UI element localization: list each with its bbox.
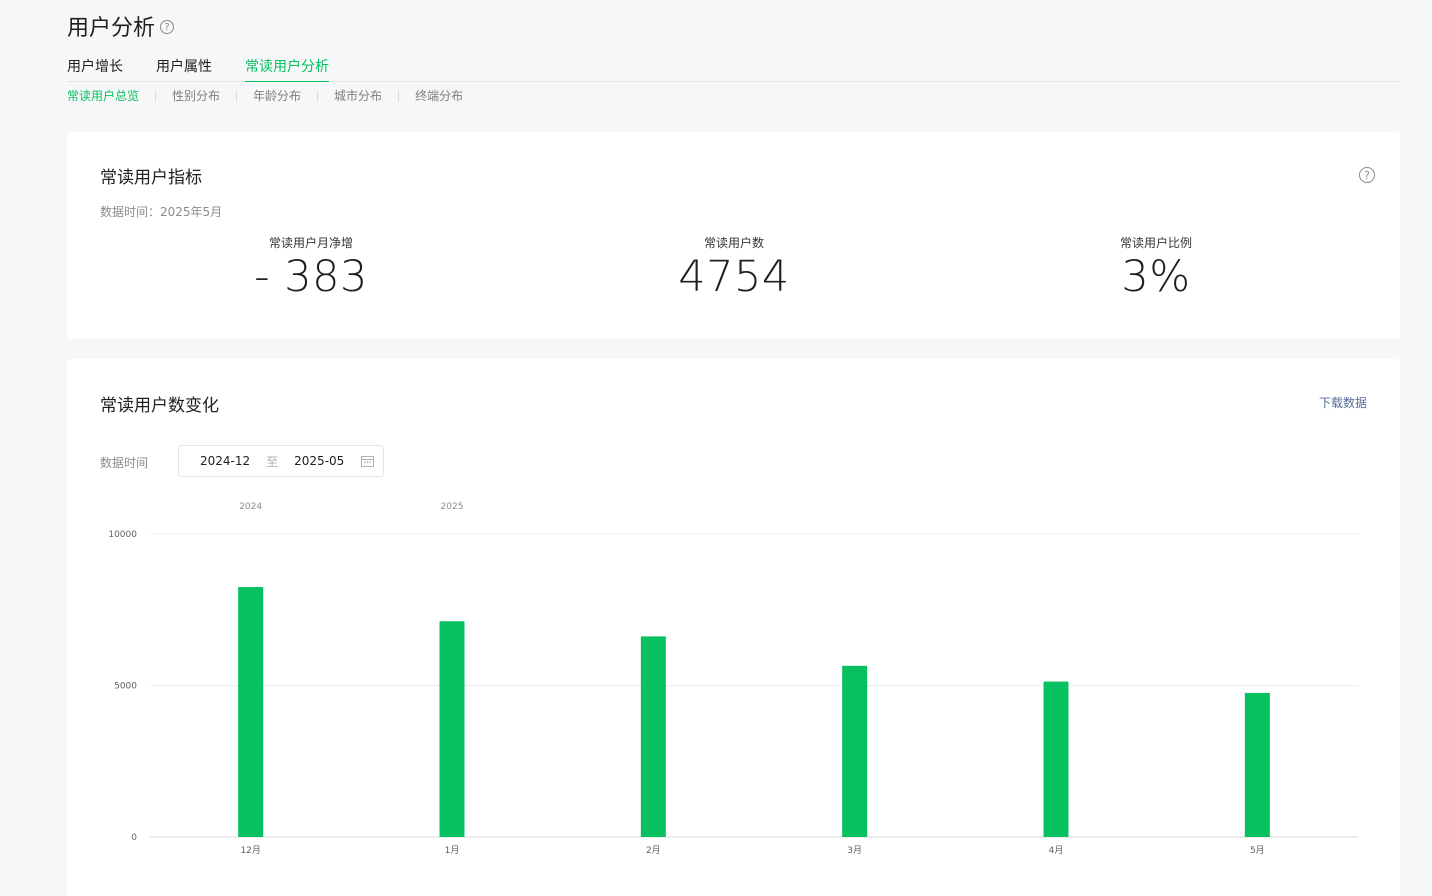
metric-value: 3%: [1121, 252, 1191, 302]
tab-frequent-users[interactable]: 常读用户分析: [245, 57, 329, 82]
subtab-city[interactable]: 城市分布: [334, 88, 382, 104]
metric-label: 常读用户数: [703, 236, 764, 250]
metric-value: 4754: [678, 252, 790, 302]
metric-user-count: 常读用户数 4754: [584, 234, 884, 302]
help-icon[interactable]: ?: [1359, 167, 1375, 183]
year-label: 2024: [239, 502, 262, 512]
data-time: 数据时间：2025年5月: [100, 205, 223, 219]
tab-user-growth[interactable]: 用户增长: [67, 57, 123, 82]
bar-chart: 0 5000 10000 12月 1月 2月 3月 4月 5月 2024 2025: [108, 502, 1358, 856]
page-header: 用户分析 ?: [67, 10, 175, 42]
metrics-card-title: 常读用户指标: [100, 168, 202, 188]
bar: [238, 587, 264, 837]
subtab-gender[interactable]: 性别分布: [172, 88, 220, 104]
metrics-card: 常读用户指标 ? 数据时间：2025年5月 常读用户月净增 - 383 常读用户…: [67, 132, 1400, 339]
bar: [439, 621, 465, 837]
x-tick-label: 4月: [1049, 845, 1064, 856]
main-tabs: 用户增长 用户属性 常读用户分析: [67, 57, 1400, 82]
metric-label: 常读用户月净增: [268, 236, 353, 250]
metric-net-growth: 常读用户月净增 - 383: [161, 234, 461, 302]
help-icon[interactable]: ?: [160, 20, 175, 34]
x-tick-label: 2月: [646, 845, 661, 856]
metric-label: 常读用户比例: [1119, 236, 1192, 250]
divider: [398, 90, 400, 102]
bar: [842, 665, 868, 837]
bar: [1043, 681, 1069, 837]
x-tick-label: 12月: [240, 845, 260, 856]
metric-value: - 383: [254, 252, 368, 302]
metric-user-ratio: 常读用户比例 3%: [1006, 234, 1306, 302]
bar: [1244, 692, 1270, 837]
tab-user-attributes[interactable]: 用户属性: [156, 57, 212, 82]
y-tick-label: 0: [131, 833, 137, 843]
divider: [317, 90, 319, 102]
trend-card: 常读用户数变化 下载数据 数据时间 2024-12 至 2025-05 0 500…: [67, 359, 1400, 896]
subtab-device[interactable]: 终端分布: [415, 88, 463, 104]
subtab-overview[interactable]: 常读用户总览: [67, 88, 139, 104]
x-tick-label: 3月: [847, 845, 862, 856]
x-tick-label: 5月: [1250, 845, 1265, 856]
y-tick-label: 10000: [108, 530, 137, 540]
y-tick-label: 5000: [114, 682, 137, 692]
bar: [640, 636, 666, 837]
year-label: 2025: [441, 502, 464, 512]
divider: [236, 90, 238, 102]
page-title: 用户分析: [67, 16, 156, 41]
subtab-age[interactable]: 年龄分布: [253, 88, 301, 104]
sub-tabs: 常读用户总览 性别分布 年龄分布 城市分布 终端分布: [67, 88, 463, 104]
divider: [155, 90, 157, 102]
x-tick-label: 1月: [445, 845, 460, 856]
